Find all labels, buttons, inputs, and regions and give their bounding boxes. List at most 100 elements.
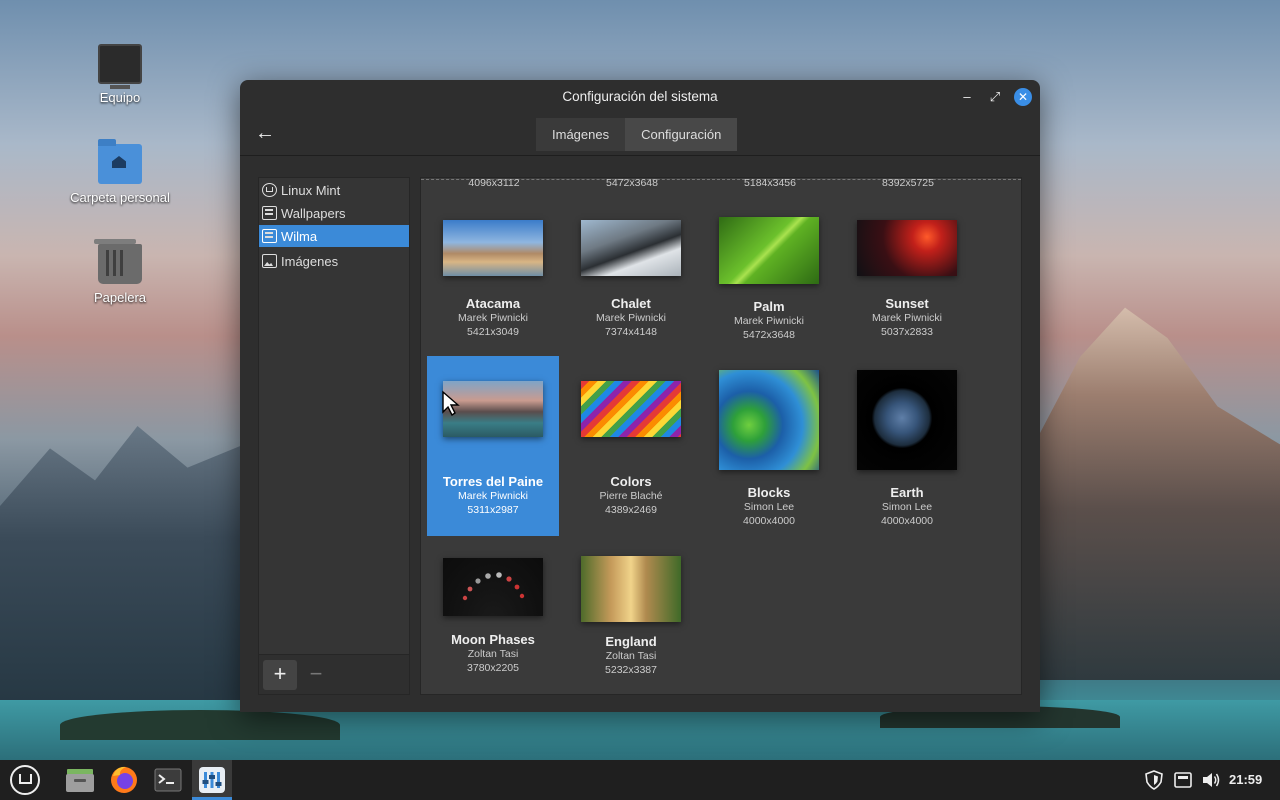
wallpaper-thumbnail — [581, 381, 681, 437]
volume-icon[interactable] — [1201, 770, 1221, 790]
sidebar-item-linux-mint[interactable]: Linux Mint — [259, 179, 409, 201]
settings-window: Configuración del sistema – ⤢ ✕ ← Imágen… — [240, 80, 1040, 712]
wallpaper-size: 4389x2469 — [605, 504, 657, 516]
wallpaper-size: 5472x3648 — [743, 329, 795, 341]
wallpaper-card[interactable]: Torres del Paine Marek Piwnicki 5311x298… — [427, 356, 559, 536]
wallpaper-thumbnail — [581, 556, 681, 622]
wallpaper-name: Sunset — [885, 296, 929, 311]
firefox-icon — [111, 766, 137, 793]
wallpapers-icon — [262, 206, 277, 220]
maximize-button[interactable]: ⤢ — [986, 88, 1004, 106]
menu-button[interactable] — [2, 760, 42, 800]
wallpaper-name: England — [605, 634, 657, 649]
shield-icon[interactable] — [1144, 770, 1164, 790]
wallpaper-card[interactable]: Colors Pierre Blaché 4389x2469 — [565, 356, 697, 536]
sidebar-item-images[interactable]: Imágenes — [259, 250, 409, 272]
wallpaper-size: 7374x4148 — [605, 326, 657, 338]
wallpaper-card[interactable]: Earth Simon Lee 4000x4000 — [841, 356, 973, 536]
wallpaper-card[interactable]: Sunset Marek Piwnicki 5037x2833 — [841, 190, 973, 370]
moon-phases-art — [462, 572, 525, 601]
wallpaper-author: Marek Piwnicki — [457, 490, 528, 502]
minimize-button[interactable]: – — [958, 88, 976, 106]
wallpaper-author: Marek Piwnicki — [871, 312, 942, 324]
taskbar-firefox[interactable] — [104, 760, 144, 800]
desktop-icon-trash[interactable]: Papelera — [60, 239, 180, 305]
wallpaper-mountain-left — [0, 426, 250, 730]
system-settings-icon — [199, 767, 225, 793]
window-toolbar: ← Imágenes Configuración — [240, 114, 1040, 156]
clock[interactable]: 21:59 — [1229, 760, 1262, 800]
wallpaper-island — [60, 710, 340, 740]
desktop-icon-home-folder[interactable]: Carpeta personal — [60, 139, 180, 205]
wallpaper-card[interactable]: Palm Marek Piwnicki 5472x3648 — [703, 190, 835, 370]
tab-settings[interactable]: Configuración — [625, 118, 738, 151]
wallpaper-name: Chalet — [611, 296, 651, 311]
sidebar-item-wilma[interactable]: Wilma — [259, 225, 409, 247]
add-folder-button[interactable]: + — [263, 660, 297, 690]
wallpaper-size: 4000x4000 — [743, 515, 795, 527]
wallpaper-card[interactable]: Atacama Marek Piwnicki 5421x3049 — [427, 190, 559, 370]
wallpaper-size: 5037x2833 — [881, 326, 933, 338]
computer-icon — [98, 44, 142, 89]
sidebar-item-label: Wallpapers — [281, 205, 346, 221]
sidebar-item-label: Wilma — [281, 228, 318, 244]
terminal-icon — [154, 768, 182, 792]
wallpaper-size: 4000x4000 — [881, 515, 933, 527]
sidebar-item-label: Linux Mint — [281, 182, 341, 198]
image-icon — [262, 254, 277, 268]
source-sidebar: Linux Mint Wallpapers Wilma Imágenes + − — [258, 177, 410, 695]
wallpaper-thumbnail — [857, 370, 957, 470]
window-title: Configuración del sistema — [562, 89, 718, 104]
wallpaper-size: 5232x3387 — [605, 664, 657, 676]
wallpaper-name: Earth — [890, 485, 924, 500]
tab-bar: Imágenes Configuración — [536, 118, 738, 151]
mouse-pointer-icon — [442, 390, 460, 416]
window-titlebar[interactable]: Configuración del sistema – ⤢ ✕ — [240, 80, 1040, 114]
wallpaper-card[interactable]: Blocks Simon Lee 4000x4000 — [703, 356, 835, 536]
wallpaper-thumbnail — [443, 220, 543, 276]
wallpaper-author: Marek Piwnicki — [733, 315, 804, 327]
wallpaper-size: 5311x2987 — [467, 504, 519, 516]
desktop-icon-label: Papelera — [93, 290, 147, 305]
wallpaper-author: Zoltan Tasi — [605, 650, 657, 662]
desktop-icon-label: Equipo — [99, 90, 141, 105]
remove-folder-button[interactable]: − — [299, 660, 333, 690]
wallpaper-size: 5421x3049 — [467, 326, 519, 338]
wallpaper-name: Colors — [610, 474, 652, 489]
wallpaper-name: Blocks — [747, 485, 791, 500]
wallpaper-author: Pierre Blaché — [599, 490, 663, 502]
taskbar: 21:59 — [0, 760, 1280, 800]
file-manager-icon — [66, 769, 94, 792]
wallpaper-mountain-right — [1030, 307, 1280, 680]
network-icon[interactable] — [1173, 770, 1193, 790]
sidebar-item-label: Imágenes — [281, 253, 339, 269]
wallpaper-thumbnail — [581, 220, 681, 276]
wallpaper-gallery[interactable]: 4096x3112 5472x3648 5184x3456 8392x5725 … — [420, 177, 1022, 695]
wallpaper-name: Atacama — [465, 296, 521, 311]
taskbar-files[interactable] — [60, 760, 100, 800]
linux-mint-icon — [262, 183, 277, 197]
wallpaper-card[interactable]: Chalet Marek Piwnicki 7374x4148 — [565, 190, 697, 370]
partial-card-size: 5184x3456 — [744, 177, 796, 189]
sidebar-item-wallpapers[interactable]: Wallpapers — [259, 202, 409, 224]
taskbar-terminal[interactable] — [148, 760, 188, 800]
wallpaper-thumbnail — [719, 370, 819, 470]
taskbar-system-settings[interactable] — [192, 760, 232, 800]
wallpaper-author: Marek Piwnicki — [457, 312, 528, 324]
linux-mint-logo-icon — [10, 765, 40, 795]
wallpaper-card[interactable]: Moon Phases Zoltan Tasi 3780x2205 — [427, 548, 559, 694]
back-button[interactable]: ← — [254, 122, 276, 145]
wallpaper-author: Zoltan Tasi — [467, 648, 519, 660]
wallpaper-name: Torres del Paine — [442, 474, 544, 489]
partial-card-size: 5472x3648 — [606, 177, 658, 189]
close-button[interactable]: ✕ — [1014, 88, 1032, 106]
wallpaper-thumbnail — [719, 217, 819, 284]
desktop-icon-computer[interactable]: Equipo — [60, 44, 180, 105]
tab-images[interactable]: Imágenes — [536, 118, 626, 151]
wallpaper-author: Marek Piwnicki — [595, 312, 666, 324]
partial-card-size: 4096x3112 — [468, 177, 520, 189]
trash-icon — [94, 239, 142, 284]
wallpaper-name: Palm — [753, 299, 785, 314]
wallpaper-author: Simon Lee — [743, 501, 795, 513]
wallpaper-card[interactable]: England Zoltan Tasi 5232x3387 — [565, 548, 697, 694]
